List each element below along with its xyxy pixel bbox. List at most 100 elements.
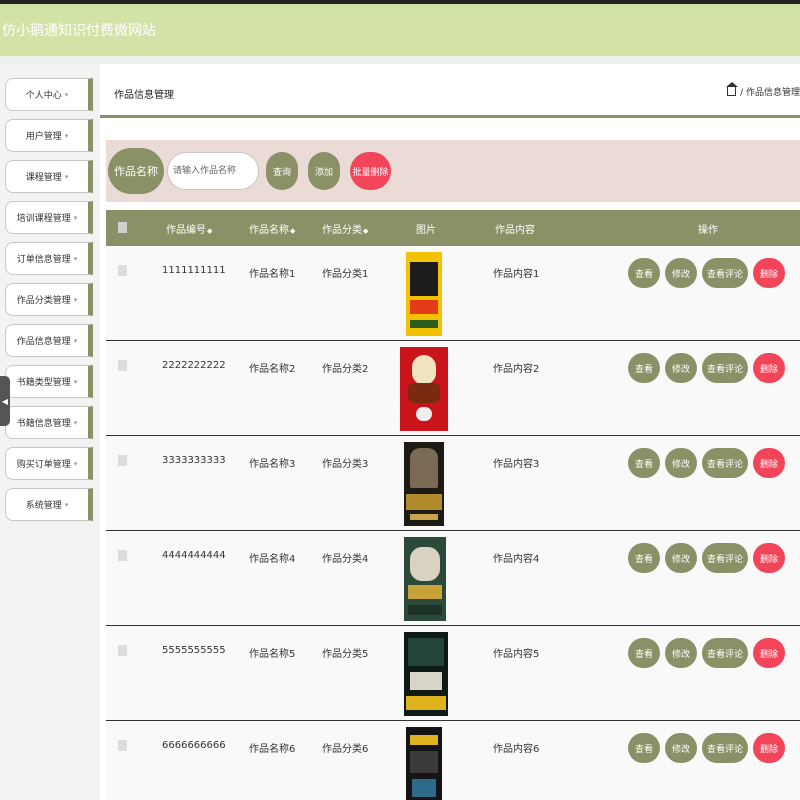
work-cover-image — [406, 727, 442, 800]
query-button[interactable]: 查询 — [266, 152, 298, 190]
sidebar-item-work-category-management[interactable]: 作品分类管理 ▾ — [5, 283, 93, 316]
sidebar-item-purchase-order-management[interactable]: 购买订单管理 ▾ — [5, 447, 93, 480]
column-header-category[interactable]: 作品分类◆ — [322, 221, 368, 236]
row-checkbox[interactable] — [118, 265, 127, 276]
main-content: 作品信息管理 / 作品信息管理 作品名称 查询 添加 批量删除 作品编号◆ 作品… — [100, 64, 800, 800]
work-id: 6666666666 — [162, 740, 226, 751]
view-comments-button[interactable]: 查看评论 — [702, 353, 748, 383]
sidebar-item-book-info-management[interactable]: 书籍信息管理 ▾ — [5, 406, 93, 439]
delete-button[interactable]: 删除 — [753, 353, 785, 383]
chevron-down-icon: ▾ — [64, 131, 69, 140]
sidebar-item-user-management[interactable]: 用户管理 ▾ — [5, 119, 93, 152]
work-id: 5555555555 — [162, 645, 226, 656]
chevron-down-icon: ▾ — [73, 254, 78, 263]
table-row: 5555555555 作品名称5 作品分类5 作品内容5 查看 修改 查看评论 … — [106, 626, 800, 721]
delete-button[interactable]: 删除 — [753, 543, 785, 573]
work-content: 作品内容2 — [493, 364, 540, 375]
select-all-checkbox[interactable] — [118, 222, 127, 233]
work-content: 作品内容6 — [493, 744, 540, 755]
chevron-down-icon: ▾ — [64, 90, 69, 99]
chevron-left-icon: ◀ — [1, 396, 9, 406]
page-title: 作品信息管理 — [114, 90, 174, 101]
work-name: 作品名称4 — [249, 554, 296, 565]
sidebar-item-personal-center[interactable]: 个人中心 ▾ — [5, 78, 93, 111]
edit-button[interactable]: 修改 — [665, 638, 697, 668]
work-category: 作品分类3 — [322, 459, 369, 470]
search-bar: 作品名称 查询 添加 批量删除 — [106, 140, 800, 202]
search-label: 作品名称 — [108, 148, 164, 194]
work-name: 作品名称5 — [249, 649, 296, 660]
view-comments-button[interactable]: 查看评论 — [702, 638, 748, 668]
column-header-id[interactable]: 作品编号◆ — [166, 221, 212, 236]
view-button[interactable]: 查看 — [628, 638, 660, 668]
batch-delete-button[interactable]: 批量删除 — [350, 152, 391, 190]
edit-button[interactable]: 修改 — [665, 353, 697, 383]
add-button[interactable]: 添加 — [308, 152, 340, 190]
row-checkbox[interactable] — [118, 740, 127, 751]
work-category: 作品分类2 — [322, 364, 369, 375]
view-button[interactable]: 查看 — [628, 448, 660, 478]
view-button[interactable]: 查看 — [628, 543, 660, 573]
sidebar-item-system-management[interactable]: 系统管理 ▾ — [5, 488, 93, 521]
delete-button[interactable]: 删除 — [753, 258, 785, 288]
table-row: 6666666666 作品名称6 作品分类6 作品内容6 查看 修改 查看评论 … — [106, 721, 800, 800]
row-checkbox[interactable] — [118, 360, 127, 371]
work-cover-image — [404, 442, 444, 526]
table-row: 4444444444 作品名称4 作品分类4 作品内容4 查看 修改 查看评论 … — [106, 531, 800, 626]
chevron-down-icon: ▾ — [73, 295, 78, 304]
view-comments-button[interactable]: 查看评论 — [702, 733, 748, 763]
row-checkbox[interactable] — [118, 645, 127, 656]
chevron-down-icon: ▾ — [73, 377, 78, 386]
delete-button[interactable]: 删除 — [753, 448, 785, 478]
table-row: 2222222222 作品名称2 作品分类2 作品内容2 查看 修改 查看评论 … — [106, 341, 800, 436]
sidebar-item-book-type-management[interactable]: 书籍类型管理 ▾ — [5, 365, 93, 398]
work-name: 作品名称1 — [249, 269, 296, 280]
work-id: 4444444444 — [162, 550, 226, 561]
sidebar: 个人中心 ▾ 用户管理 ▾ 课程管理 ▾ 培训课程管理 ▾ 订单信息管理 ▾ 作品分类管理… — [0, 64, 100, 800]
chevron-down-icon: ▾ — [73, 336, 78, 345]
view-comments-button[interactable]: 查看评论 — [702, 448, 748, 478]
sidebar-item-training-course-management[interactable]: 培训课程管理 ▾ — [5, 201, 93, 234]
edit-button[interactable]: 修改 — [665, 448, 697, 478]
delete-button[interactable]: 删除 — [753, 638, 785, 668]
work-content: 作品内容3 — [493, 459, 540, 470]
sidebar-item-order-management[interactable]: 订单信息管理 ▾ — [5, 242, 93, 275]
column-header-image: 图片 — [416, 225, 436, 236]
view-button[interactable]: 查看 — [628, 733, 660, 763]
work-content: 作品内容4 — [493, 554, 540, 565]
sidebar-item-work-info-management[interactable]: 作品信息管理 ▾ — [5, 324, 93, 357]
work-cover-image — [400, 347, 448, 431]
chevron-down-icon: ▾ — [73, 213, 78, 222]
row-checkbox[interactable] — [118, 455, 127, 466]
view-button[interactable]: 查看 — [628, 353, 660, 383]
edit-button[interactable]: 修改 — [665, 543, 697, 573]
column-header-content: 作品内容 — [495, 225, 535, 236]
work-name: 作品名称3 — [249, 459, 296, 470]
work-category: 作品分类4 — [322, 554, 369, 565]
row-checkbox[interactable] — [118, 550, 127, 561]
column-header-name[interactable]: 作品名称◆ — [249, 221, 295, 236]
chevron-down-icon: ▾ — [64, 172, 69, 181]
breadcrumb-current: / 作品信息管理 — [740, 88, 800, 98]
view-comments-button[interactable]: 查看评论 — [702, 543, 748, 573]
work-content: 作品内容5 — [493, 649, 540, 660]
top-bar: 仿小鹅通知识付费微网站 — [0, 0, 800, 56]
work-category: 作品分类6 — [322, 744, 369, 755]
view-comments-button[interactable]: 查看评论 — [702, 258, 748, 288]
sort-icon: ◆ — [363, 227, 369, 235]
work-content: 作品内容1 — [493, 269, 540, 280]
chevron-down-icon: ▾ — [73, 418, 78, 427]
sort-icon: ◆ — [207, 227, 213, 235]
edit-button[interactable]: 修改 — [665, 258, 697, 288]
work-name: 作品名称2 — [249, 364, 296, 375]
delete-button[interactable]: 删除 — [753, 733, 785, 763]
work-cover-image — [404, 632, 448, 716]
column-header-actions: 操作 — [698, 225, 718, 236]
sidebar-collapse-handle[interactable]: ◀ — [0, 376, 10, 426]
edit-button[interactable]: 修改 — [665, 733, 697, 763]
chevron-down-icon: ▾ — [64, 500, 69, 509]
sidebar-item-course-management[interactable]: 课程管理 ▾ — [5, 160, 93, 193]
home-icon[interactable] — [726, 82, 739, 96]
view-button[interactable]: 查看 — [628, 258, 660, 288]
search-input[interactable] — [167, 152, 259, 190]
